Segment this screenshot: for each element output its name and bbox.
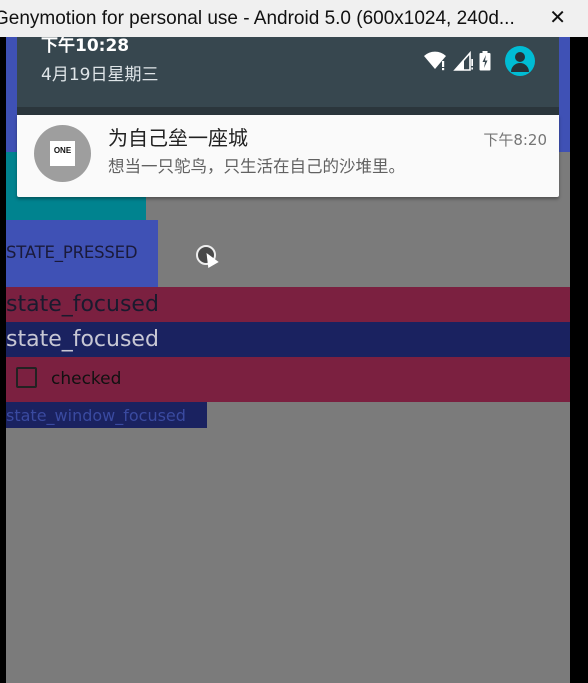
state-focused-label-2: state_focused <box>6 327 159 352</box>
signal-icon <box>453 51 473 71</box>
status-icons <box>423 45 535 77</box>
notification-card[interactable]: ONE 为自己垒一座城 想当一只鸵鸟，只生活在自己的沙堆里。 下午8:20 <box>17 115 559 197</box>
wifi-icon <box>424 51 446 71</box>
notification-shade: 下午10:28 4月19日星期三 ONE 为自己垒一座城 想当一只鸵鸟，只生活在… <box>17 37 559 197</box>
notification-time: 下午8:20 <box>483 131 547 149</box>
state-focused-button-1[interactable]: state_focused <box>6 287 570 322</box>
checkbox[interactable] <box>16 367 37 388</box>
clock: 下午10:28 <box>41 37 130 56</box>
window-titlebar: Genymotion for personal use - Android 5.… <box>0 0 588 37</box>
notification-app-icon: ONE <box>34 125 91 182</box>
window-right-edge <box>570 37 588 683</box>
checked-checkbox-row[interactable]: checked <box>6 357 570 402</box>
battery-icon <box>479 51 491 71</box>
state-pressed-button[interactable]: STATE_PRESSED <box>6 220 158 287</box>
shade-divider <box>17 107 559 115</box>
avatar-icon[interactable] <box>505 46 535 76</box>
state-window-focused-label: state_window_focused <box>6 406 186 425</box>
notification-title: 为自己垒一座城 <box>108 126 248 150</box>
device-screen: STATE_PRESSED state_focused state_focuse… <box>6 37 570 683</box>
one-app-logo-icon: ONE <box>50 141 75 166</box>
quick-settings-header: 下午10:28 4月19日星期三 <box>17 37 559 107</box>
window-title: Genymotion for personal use - Android 5.… <box>0 8 515 29</box>
state-focused-label-1: state_focused <box>6 292 159 317</box>
close-icon[interactable]: ✕ <box>549 0 566 37</box>
checkbox-label: checked <box>51 369 122 389</box>
state-window-focused-view[interactable]: state_window_focused <box>6 402 207 428</box>
state-pressed-label: STATE_PRESSED <box>6 243 138 262</box>
date[interactable]: 4月19日星期三 <box>41 64 158 86</box>
notification-text: 想当一只鸵鸟，只生活在自己的沙堆里。 <box>108 157 405 176</box>
state-focused-button-2[interactable]: state_focused <box>6 322 570 357</box>
